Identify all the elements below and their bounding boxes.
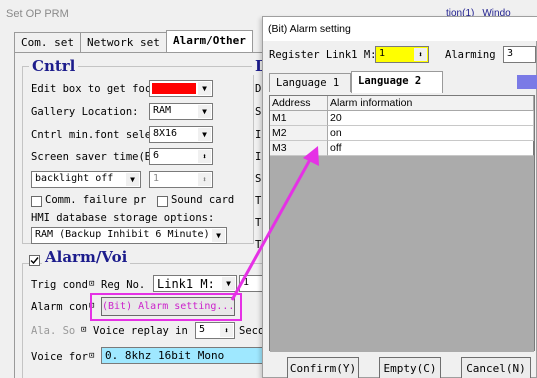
annotation-arrow [230, 146, 319, 301]
